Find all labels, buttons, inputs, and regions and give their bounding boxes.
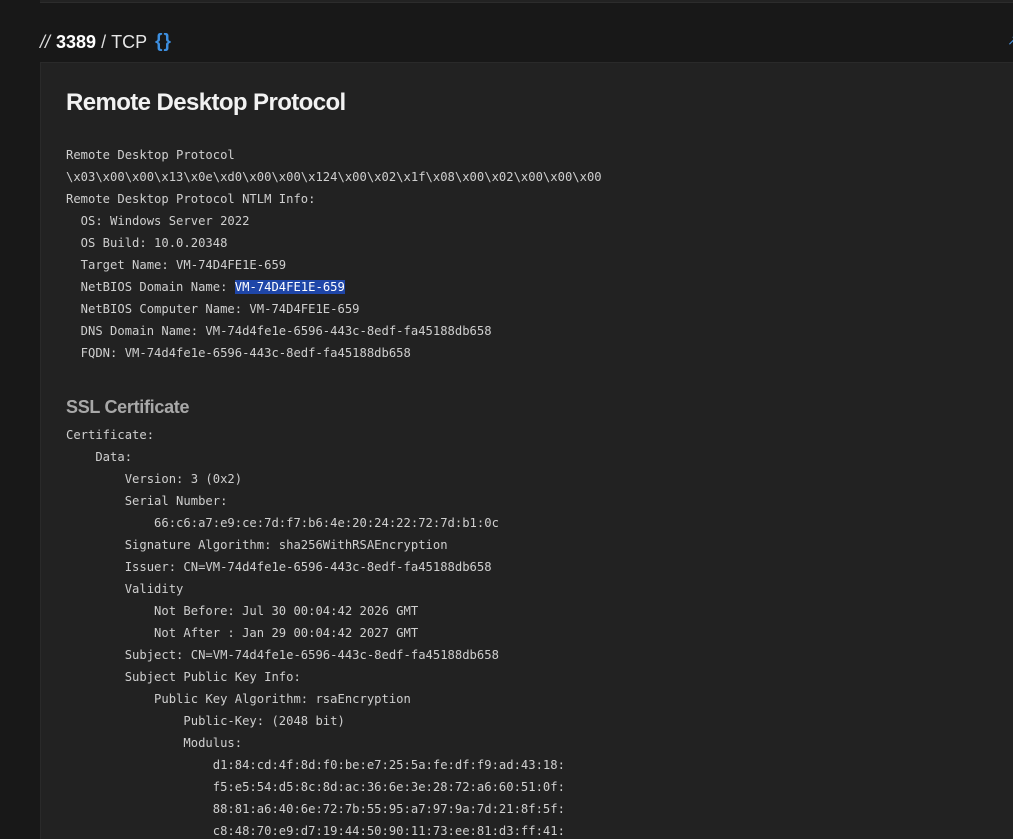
port-protocol: TCP	[111, 31, 148, 52]
port-header: // 3389 / TCP {}	[40, 30, 172, 54]
service-card: Remote Desktop Protocol Remote Desktop P…	[40, 62, 1013, 839]
port-prefix: //	[40, 31, 51, 52]
service-title: Remote Desktop Protocol	[66, 89, 346, 116]
banner-text-after: NetBIOS Computer Name: VM-74D4FE1E-659 D…	[80, 302, 492, 360]
ssl-certificate-text: Certificate: Data: Version: 3 (0x2) Seri…	[66, 428, 565, 838]
ssl-certificate-title: SSL Certificate	[66, 397, 190, 417]
port-number: 3389	[56, 31, 97, 52]
braces-icon[interactable]: {}	[155, 31, 172, 53]
service-banner: Remote Desktop Protocol \x03\x00\x00\x13…	[66, 144, 602, 364]
previous-card-edge	[40, 0, 1013, 3]
external-link-icon[interactable]: ↗	[1007, 34, 1013, 46]
netbios-domain-value: VM-74D4FE1E-659	[234, 280, 345, 294]
netbios-domain-label: NetBIOS Domain Name:	[66, 280, 235, 294]
banner-text: Remote Desktop Protocol \x03\x00\x00\x13…	[66, 148, 602, 272]
port-separator: /	[101, 31, 107, 52]
page: // 3389 / TCP {} ↗ Remote Desktop Protoc…	[0, 0, 1013, 839]
